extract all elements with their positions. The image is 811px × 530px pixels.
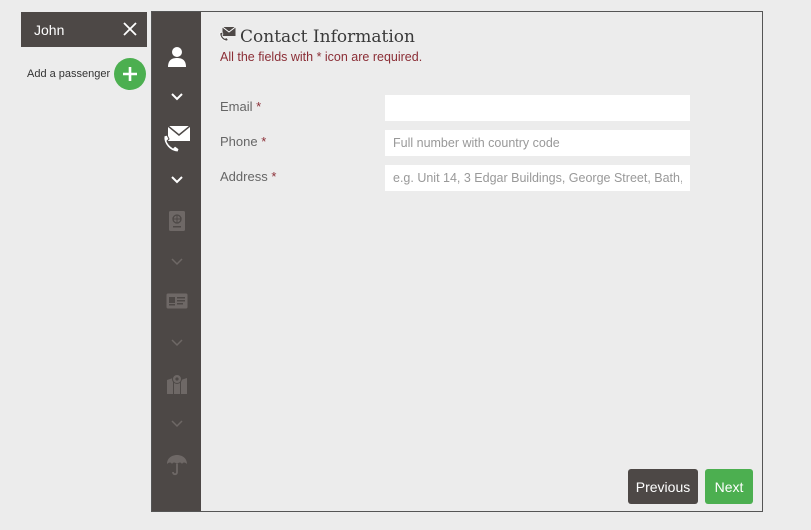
email-label: Email * [220,99,262,114]
next-button[interactable]: Next [705,469,753,504]
step-personal[interactable] [152,46,201,68]
passenger-form-panel: Contact Information All the fields with … [151,11,763,512]
step-insurance [152,454,201,476]
passport-icon [168,211,185,231]
passenger-name: John [34,21,65,38]
chevron-down-icon [152,92,201,102]
address-label: Address * [220,169,277,184]
step-id-card [152,293,201,309]
chevron-down-icon [152,257,201,267]
previous-button[interactable]: Previous [628,469,698,504]
add-passenger-label: Add a passenger [27,68,111,80]
email-field[interactable] [385,95,690,121]
step-passport [152,210,201,232]
address-field[interactable] [385,165,690,191]
page-title: Contact Information [219,26,415,47]
umbrella-icon [166,455,187,476]
phone-row: Phone * [220,130,690,156]
chevron-down-icon [152,175,201,185]
contact-mail-phone-icon [219,26,236,47]
map-marker-icon [166,374,187,394]
person-icon [167,47,186,67]
add-passenger-button[interactable] [114,58,146,90]
step-contact[interactable] [152,124,201,154]
chevron-down-icon [152,338,201,348]
contact-mail-phone-icon [162,125,190,153]
address-row: Address * [220,165,690,191]
step-address [152,373,201,395]
plus-icon [123,67,137,81]
form-content: Contact Information All the fields with … [201,12,762,511]
steps-sidebar [152,12,201,511]
chevron-down-icon [152,419,201,429]
add-passenger: Add a passenger [27,58,146,90]
id-card-icon [166,293,187,309]
phone-field[interactable] [385,130,690,156]
passenger-tab[interactable]: John [21,12,147,47]
page-title-text: Contact Information [240,26,415,47]
close-icon[interactable] [122,21,138,37]
phone-label: Phone * [220,134,267,149]
email-row: Email * [220,95,690,121]
required-note: All the fields with * icon are required. [220,50,423,64]
